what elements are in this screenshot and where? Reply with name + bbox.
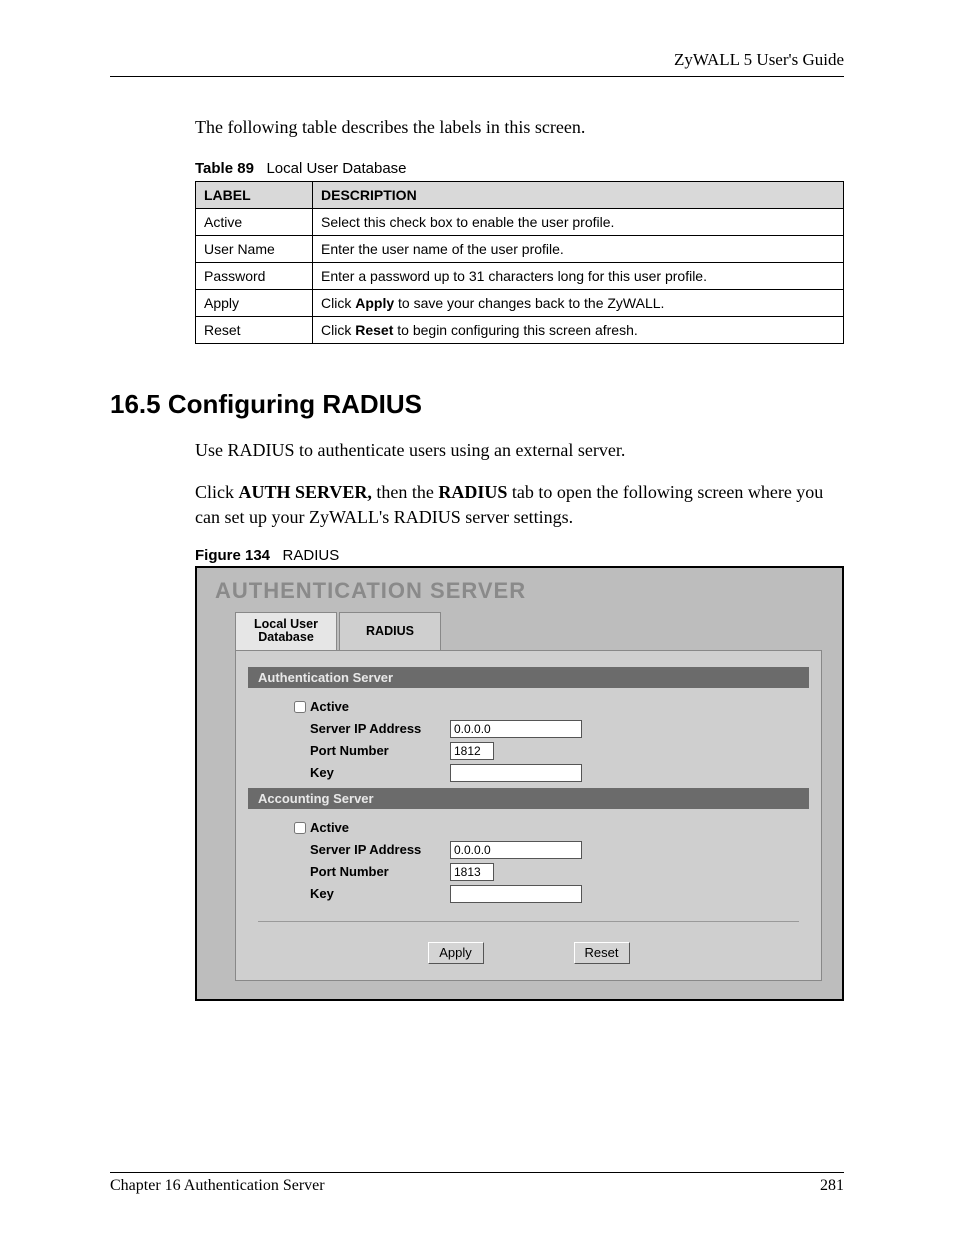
auth-ip-input[interactable] xyxy=(450,720,582,738)
auth-key-input[interactable] xyxy=(450,764,582,782)
table-cell-desc: Click Reset to begin configuring this sc… xyxy=(313,317,844,344)
acct-ip-input[interactable] xyxy=(450,841,582,859)
footer-rule xyxy=(110,1172,844,1173)
acct-active-label: Active xyxy=(310,820,450,835)
table-89: LABEL DESCRIPTION Active Select this che… xyxy=(195,181,844,344)
table-cell-label: Active xyxy=(196,209,313,236)
auth-port-label: Port Number xyxy=(310,743,450,758)
page-footer: Chapter 16 Authentication Server 281 xyxy=(110,1172,844,1195)
acct-port-input[interactable] xyxy=(450,863,494,881)
tab-radius[interactable]: RADIUS xyxy=(339,612,441,650)
radius-screenshot: AUTHENTICATION SERVER Local User Databas… xyxy=(195,566,844,1001)
acct-port-label: Port Number xyxy=(310,864,450,879)
acct-server-group-header: Accounting Server xyxy=(248,788,809,809)
table-cell-desc: Click Apply to save your changes back to… xyxy=(313,290,844,317)
auth-active-checkbox[interactable] xyxy=(294,701,306,713)
auth-server-group-header: Authentication Server xyxy=(248,667,809,688)
button-row: Apply Reset xyxy=(248,942,809,964)
auth-port-row: Port Number xyxy=(288,742,809,760)
table-row: User Name Enter the user name of the use… xyxy=(196,236,844,263)
figure-134-title: RADIUS xyxy=(283,547,340,564)
reset-button[interactable]: Reset xyxy=(574,942,630,964)
acct-key-row: Key xyxy=(288,885,809,903)
auth-active-label: Active xyxy=(310,699,450,714)
section-paragraph-2: Click AUTH SERVER, then the RADIUS tab t… xyxy=(195,480,844,529)
table-89-head-desc: DESCRIPTION xyxy=(313,182,844,209)
footer-chapter: Chapter 16 Authentication Server xyxy=(110,1177,325,1195)
acct-active-checkbox[interactable] xyxy=(294,822,306,834)
apply-button[interactable]: Apply xyxy=(428,942,484,964)
auth-active-row: Active xyxy=(288,698,809,716)
table-cell-desc: Enter a password up to 31 characters lon… xyxy=(313,263,844,290)
acct-key-label: Key xyxy=(310,886,450,901)
table-row: Active Select this check box to enable t… xyxy=(196,209,844,236)
radius-panel: Authentication Server Active Server IP A… xyxy=(235,650,822,981)
table-89-label: Table 89 xyxy=(195,160,254,177)
intro-paragraph: The following table describes the labels… xyxy=(195,117,844,138)
auth-key-label: Key xyxy=(310,765,450,780)
acct-key-input[interactable] xyxy=(450,885,582,903)
table-cell-desc: Enter the user name of the user profile. xyxy=(313,236,844,263)
table-cell-label: Reset xyxy=(196,317,313,344)
tab-local-user-database[interactable]: Local User Database xyxy=(235,612,337,650)
tab-bar: Local User Database RADIUS xyxy=(235,612,828,650)
auth-ip-label: Server IP Address xyxy=(310,721,450,736)
header-rule xyxy=(110,76,844,77)
section-heading: 16.5 Configuring RADIUS xyxy=(110,389,844,420)
auth-port-input[interactable] xyxy=(450,742,494,760)
table-cell-desc: Select this check box to enable the user… xyxy=(313,209,844,236)
table-cell-label: Apply xyxy=(196,290,313,317)
auth-key-row: Key xyxy=(288,764,809,782)
table-89-title: Local User Database xyxy=(266,160,406,177)
panel-divider xyxy=(258,921,799,922)
table-row: Password Enter a password up to 31 chara… xyxy=(196,263,844,290)
footer-page-number: 281 xyxy=(820,1177,844,1195)
table-cell-label: Password xyxy=(196,263,313,290)
acct-active-row: Active xyxy=(288,819,809,837)
table-89-caption: Table 89 Local User Database xyxy=(195,160,844,177)
table-row: Apply Click Apply to save your changes b… xyxy=(196,290,844,317)
screen-title: AUTHENTICATION SERVER xyxy=(215,578,828,604)
header-guide-title: ZyWALL 5 User's Guide xyxy=(110,50,844,70)
auth-ip-row: Server IP Address xyxy=(288,720,809,738)
table-row: Reset Click Reset to begin configuring t… xyxy=(196,317,844,344)
acct-port-row: Port Number xyxy=(288,863,809,881)
table-89-head-label: LABEL xyxy=(196,182,313,209)
table-cell-label: User Name xyxy=(196,236,313,263)
acct-ip-row: Server IP Address xyxy=(288,841,809,859)
acct-ip-label: Server IP Address xyxy=(310,842,450,857)
section-paragraph-1: Use RADIUS to authenticate users using a… xyxy=(195,438,844,462)
figure-134-label: Figure 134 xyxy=(195,547,270,564)
figure-134-caption: Figure 134 RADIUS xyxy=(195,547,844,564)
